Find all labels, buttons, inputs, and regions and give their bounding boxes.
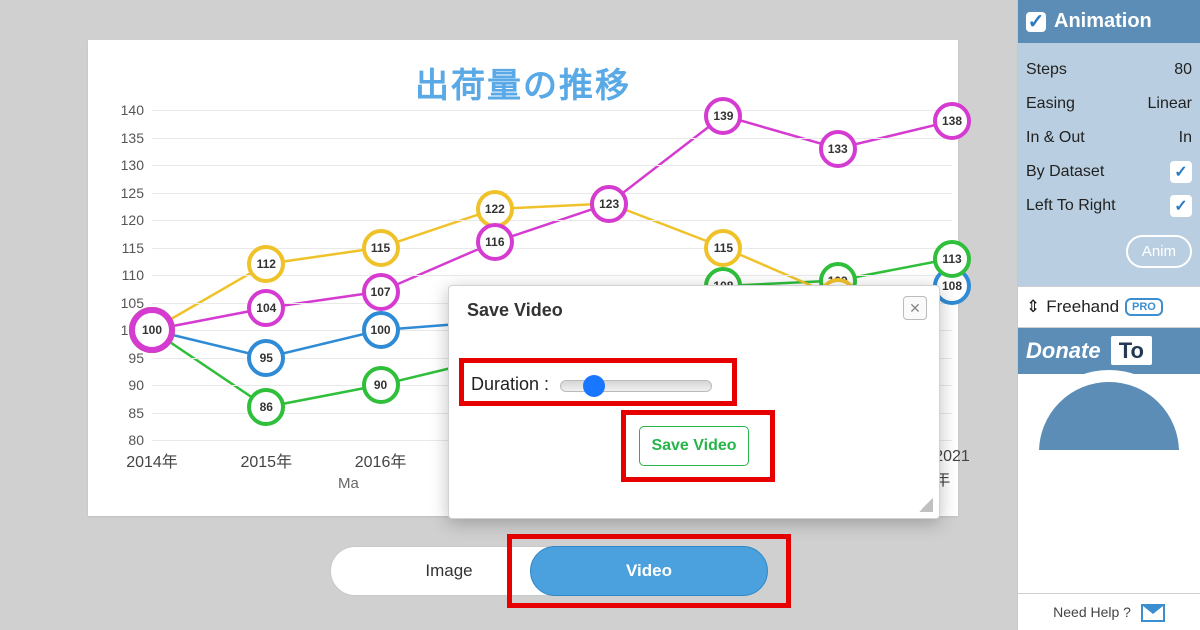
pro-badge: PRO <box>1125 298 1163 316</box>
animation-header-label: Animation <box>1054 10 1152 33</box>
data-point[interactable]: 107 <box>362 273 400 311</box>
y-tick: 85 <box>128 405 152 421</box>
mail-icon[interactable] <box>1141 604 1165 622</box>
data-point[interactable]: 90 <box>362 366 400 404</box>
data-point[interactable]: 104 <box>247 289 285 327</box>
y-tick: 130 <box>121 157 152 173</box>
donate-label: Donate <box>1026 338 1101 363</box>
canvas-area: 出荷量の推移 808590951001051101151201251301351… <box>0 0 1018 630</box>
data-point[interactable]: 139 <box>704 97 742 135</box>
data-point[interactable]: 133 <box>819 130 857 168</box>
data-point[interactable]: 100 <box>362 311 400 349</box>
ltr-label: Left To Right <box>1026 197 1116 215</box>
animation-checkbox[interactable]: ✓ <box>1026 12 1046 32</box>
data-point[interactable]: 113 <box>933 240 971 278</box>
highlight-save-button <box>621 410 775 482</box>
y-tick: 115 <box>122 240 152 256</box>
steps-label: Steps <box>1026 61 1067 79</box>
steps-value[interactable]: 80 <box>1174 61 1192 79</box>
help-row[interactable]: Need Help ? <box>1018 593 1200 622</box>
highlight-duration <box>459 358 737 406</box>
inout-label: In & Out <box>1026 129 1085 147</box>
inout-value[interactable]: In <box>1179 129 1192 147</box>
ltr-checkbox[interactable]: ✓ <box>1170 195 1192 217</box>
animation-section-header[interactable]: ✓ Animation <box>1018 0 1200 43</box>
y-tick: 110 <box>122 267 152 283</box>
help-label: Need Help ? <box>1053 604 1131 620</box>
export-segmented-toggle: Image Video <box>330 540 810 600</box>
data-point[interactable]: 112 <box>247 245 285 283</box>
data-point[interactable]: 116 <box>476 223 514 261</box>
close-icon[interactable]: ✕ <box>903 296 927 320</box>
easing-label: Easing <box>1026 95 1075 113</box>
resize-handle[interactable] <box>919 498 933 512</box>
animate-button[interactable]: Anim <box>1126 235 1192 268</box>
x-tick: 2015年 <box>240 440 292 472</box>
attribution-text: Ma <box>338 475 359 492</box>
x-tick: 2016年 <box>355 440 407 472</box>
donate-to: To <box>1111 336 1152 365</box>
y-tick: 140 <box>121 102 152 118</box>
freehand-label: Freehand <box>1046 297 1119 317</box>
x-tick: 2014年 <box>126 440 178 472</box>
data-point[interactable]: 95 <box>247 339 285 377</box>
chart-title: 出荷量の推移 <box>88 58 958 107</box>
highlight-video-toggle <box>507 534 791 608</box>
data-point[interactable]: 138 <box>933 102 971 140</box>
sort-icon: ⇕ <box>1026 297 1040 317</box>
y-tick: 120 <box>121 212 152 228</box>
y-tick: 135 <box>121 130 152 146</box>
donate-banner[interactable]: Donate To <box>1018 328 1200 374</box>
data-point[interactable]: 115 <box>362 229 400 267</box>
data-point[interactable]: 123 <box>590 185 628 223</box>
data-point[interactable]: 100 <box>129 307 175 353</box>
data-point[interactable]: 115 <box>704 229 742 267</box>
donate-circle <box>1024 370 1194 450</box>
y-tick: 125 <box>121 185 152 201</box>
bydataset-label: By Dataset <box>1026 163 1104 181</box>
bydataset-checkbox[interactable]: ✓ <box>1170 161 1192 183</box>
animation-panel: Steps 80 Easing Linear In & Out In By Datas… <box>1018 43 1200 286</box>
data-point[interactable]: 86 <box>247 388 285 426</box>
save-video-dialog: Save Video ✕ Duration : Save Video <box>448 285 940 519</box>
y-tick: 90 <box>128 377 152 393</box>
easing-value[interactable]: Linear <box>1148 95 1192 113</box>
freehand-section[interactable]: ⇕ Freehand PRO <box>1018 286 1200 328</box>
side-panel: ✓ Animation Steps 80 Easing Linear In & Ou… <box>1017 0 1200 630</box>
dialog-title: Save Video <box>467 300 563 321</box>
